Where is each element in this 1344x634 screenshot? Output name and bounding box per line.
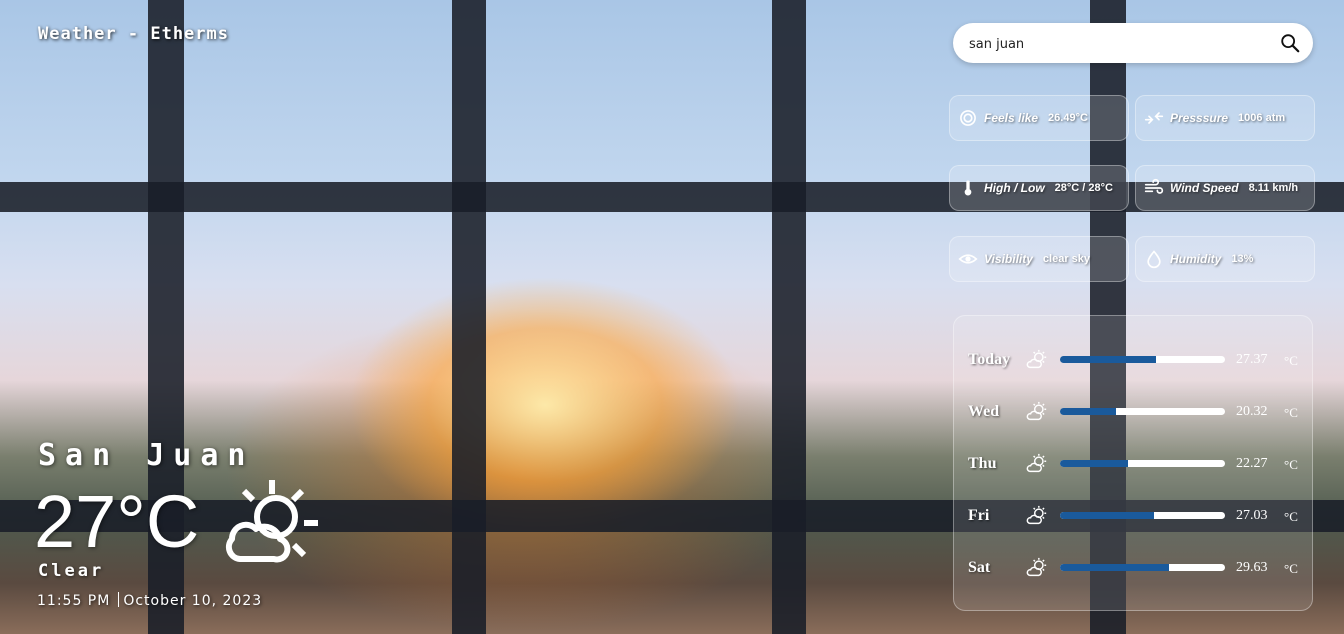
high-low-card: High / Low 28°C / 28°C xyxy=(949,165,1129,211)
forecast-temp-bar xyxy=(1060,356,1225,363)
forecast-temp: 29.63 xyxy=(1236,560,1268,575)
forecast-temp-fill xyxy=(1060,408,1117,415)
forecast-day: Wed xyxy=(968,403,1000,420)
pressure-label: Presssure xyxy=(1170,111,1229,125)
wind-speed-value: 8.11 km/h xyxy=(1248,182,1299,194)
forecast-day: Today xyxy=(968,351,1011,368)
feels-like-card: Feels like 26.49°C xyxy=(949,95,1129,141)
pressure-icon xyxy=(1144,112,1164,124)
forecast-unit: °C xyxy=(1284,561,1298,576)
search-bar xyxy=(953,23,1313,65)
forecast-unit: °C xyxy=(1284,353,1298,368)
pressure-card: Presssure 1006 atm xyxy=(1135,95,1315,141)
forecast-temp-bar xyxy=(1060,512,1225,519)
high-low-label: High / Low xyxy=(984,181,1045,195)
date-time: 11:55 PM October 10, 2023 xyxy=(37,592,262,609)
forecast-row: Sat 29.63 °C xyxy=(954,554,1314,584)
forecast-temp: 27.37 xyxy=(1236,352,1268,367)
forecast-day: Sat xyxy=(968,559,991,576)
forecast-row: Thu 22.27 °C xyxy=(954,450,1314,480)
forecast-temp: 20.32 xyxy=(1236,404,1268,419)
forecast-unit: °C xyxy=(1284,405,1298,420)
forecast-temp-fill xyxy=(1060,564,1169,571)
partly-sunny-icon xyxy=(1026,349,1047,369)
forecast-row: Today 27.37 °C xyxy=(954,346,1314,376)
thermometer-icon xyxy=(964,180,972,196)
app-title: Weather - Etherms xyxy=(38,24,229,44)
wind-icon xyxy=(1144,178,1164,194)
humidity-card: Humidity 13% xyxy=(1135,236,1315,282)
search-input[interactable] xyxy=(967,23,1271,65)
forecast-day: Thu xyxy=(968,455,997,472)
city-name: San Juan xyxy=(38,438,255,473)
feels-like-label: Feels like xyxy=(984,111,1039,125)
forecast-temp-fill xyxy=(1060,512,1155,519)
humidity-value: 13% xyxy=(1231,253,1254,265)
weather-condition: Clear xyxy=(38,561,105,581)
partly-sunny-icon xyxy=(1026,401,1047,421)
partly-sunny-icon xyxy=(225,480,318,563)
current-temperature: 27°C xyxy=(34,480,200,563)
divider xyxy=(118,592,120,607)
window-frame-bar xyxy=(772,0,806,634)
forecast-temp-bar xyxy=(1060,460,1225,467)
forecast-panel: Today 27.37 °C Wed 20.32 °C Thu 22.27 °C… xyxy=(953,315,1313,611)
forecast-day: Fri xyxy=(968,507,990,524)
feels-like-icon xyxy=(960,110,976,126)
wind-speed-card: Wind Speed 8.11 km/h xyxy=(1135,165,1315,211)
forecast-unit: °C xyxy=(1284,457,1298,472)
visibility-card: Visibility clear sky xyxy=(949,236,1129,282)
partly-sunny-icon xyxy=(1026,505,1047,525)
visibility-value: clear sky xyxy=(1042,253,1091,265)
forecast-temp-bar xyxy=(1060,408,1225,415)
partly-sunny-icon xyxy=(1026,453,1047,473)
current-time: 11:55 PM xyxy=(37,593,111,609)
partly-sunny-icon xyxy=(1026,557,1047,577)
forecast-row: Fri 27.03 °C xyxy=(954,502,1314,532)
forecast-temp-bar xyxy=(1060,564,1225,571)
wind-speed-label: Wind Speed xyxy=(1170,181,1239,195)
window-frame-bar xyxy=(452,0,486,634)
current-date: October 10, 2023 xyxy=(123,593,263,609)
forecast-temp-fill xyxy=(1060,460,1128,467)
humidity-label: Humidity xyxy=(1170,252,1222,266)
high-low-value: 28°C / 28°C xyxy=(1054,182,1113,194)
visibility-label: Visibility xyxy=(984,252,1033,266)
feels-like-value: 26.49°C xyxy=(1048,112,1088,124)
forecast-row: Wed 20.32 °C xyxy=(954,398,1314,428)
forecast-temp-fill xyxy=(1060,356,1156,363)
forecast-temp: 22.27 xyxy=(1236,456,1268,471)
pressure-value: 1006 atm xyxy=(1238,112,1286,124)
search-icon[interactable] xyxy=(1279,32,1301,54)
forecast-temp: 27.03 xyxy=(1236,508,1268,523)
forecast-unit: °C xyxy=(1284,509,1298,524)
eye-icon xyxy=(958,254,978,264)
droplet-icon xyxy=(1147,250,1161,269)
